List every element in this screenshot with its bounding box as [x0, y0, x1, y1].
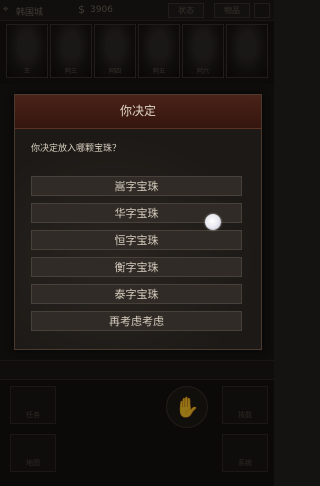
option-song-pearl-button[interactable]: 嵩字宝珠 [31, 176, 242, 196]
option-reconsider-button[interactable]: 再考虑考虑 [31, 311, 242, 331]
option-heng-pearl-button[interactable]: 恒字宝珠 [31, 230, 242, 250]
option-heng2-pearl-button[interactable]: 衡字宝珠 [31, 257, 242, 277]
option-tai-pearl-button[interactable]: 泰字宝珠 [31, 284, 242, 304]
touch-indicator [205, 214, 221, 230]
choice-dialog: 你决定 你决定放入哪颗宝珠？ 嵩字宝珠 华字宝珠 恒字宝珠 衡字宝珠 泰字宝珠 … [14, 94, 262, 350]
dialog-question: 你决定放入哪颗宝珠？ [31, 144, 122, 154]
dialog-body: 你决定放入哪颗宝珠？ 嵩字宝珠 华字宝珠 恒字宝珠 衡字宝珠 泰字宝珠 再考虑考… [15, 129, 261, 349]
dialog-title: 你决定 [15, 95, 261, 129]
